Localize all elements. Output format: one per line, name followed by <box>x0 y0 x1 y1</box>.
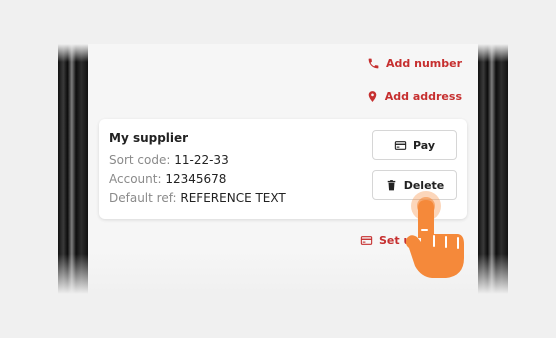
add-number-link[interactable]: Add number <box>367 57 462 70</box>
phone-icon <box>367 57 380 70</box>
map-pin-icon <box>366 90 379 103</box>
pay-button-label: Pay <box>412 138 436 152</box>
card-icon <box>394 139 407 152</box>
account-label: Account: <box>109 172 162 186</box>
add-address-link[interactable]: Add address <box>366 90 462 103</box>
set-up-link[interactable]: Set up <box>360 234 419 247</box>
payee-card: My supplier Sort code: 11-22-33 Account:… <box>99 119 467 219</box>
default-ref-label: Default ref: <box>109 191 177 205</box>
default-ref-value: REFERENCE TEXT <box>180 191 286 205</box>
account-value: 12345678 <box>165 172 227 186</box>
delete-button-label: Delete <box>403 178 445 192</box>
stage: Add number Add address My supplier Sort … <box>0 0 556 338</box>
delete-button[interactable]: Delete <box>372 170 457 200</box>
card-icon <box>360 234 373 247</box>
account-row: Account: 12345678 <box>109 172 226 186</box>
add-address-label: Add address <box>384 90 462 103</box>
phone-bezel-left <box>58 44 88 294</box>
trash-icon <box>385 179 398 192</box>
default-ref-row: Default ref: REFERENCE TEXT <box>109 191 286 205</box>
sort-code-row: Sort code: 11-22-33 <box>109 153 229 167</box>
phone-bezel-right <box>478 44 508 294</box>
add-number-label: Add number <box>386 57 462 70</box>
pay-button[interactable]: Pay <box>372 130 457 160</box>
sort-code-value: 11-22-33 <box>174 153 229 167</box>
phone-screen: Add number Add address My supplier Sort … <box>88 44 478 294</box>
sort-code-label: Sort code: <box>109 153 171 167</box>
payee-name: My supplier <box>109 131 189 145</box>
set-up-label: Set up <box>379 234 420 247</box>
